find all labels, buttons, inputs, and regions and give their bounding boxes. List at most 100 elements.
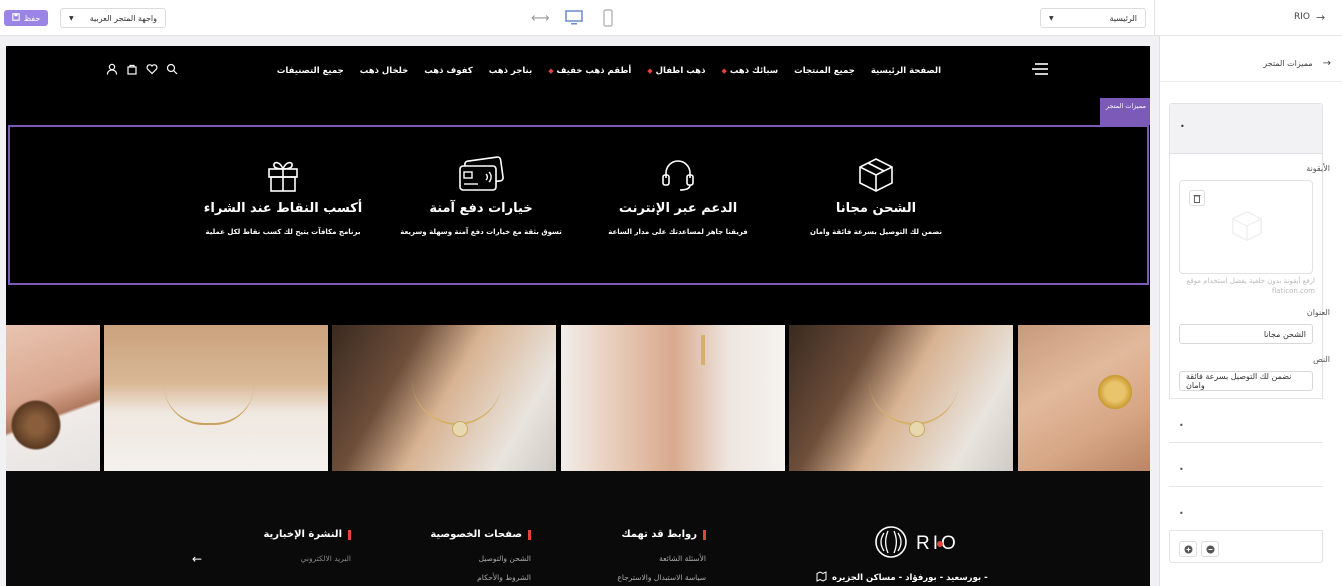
- nav-item-bangles[interactable]: بناجر ذهب: [489, 66, 532, 76]
- bag-icon[interactable]: [126, 63, 138, 78]
- nav-label: ذهب اطفال: [655, 66, 706, 76]
- nav-item-light-sets[interactable]: أطقم ذهب خفيف ◆: [548, 66, 631, 76]
- text-input[interactable]: نضمن لك التوصيل بسرعة فائقة وامان: [1179, 371, 1313, 391]
- product-photo[interactable]: [6, 325, 100, 471]
- footer-link[interactable]: الأسئلة الشائعة: [596, 554, 706, 563]
- accordion-header-active[interactable]: •: [1170, 104, 1322, 154]
- feature-text: فريقنا جاهز لمساعدتك على مدار الساعة: [608, 228, 748, 236]
- clover-pendant-image: [1098, 375, 1132, 409]
- section-tag-label: مميزات المتجر: [1105, 102, 1146, 110]
- footer-newsletter-title-text: النشرة الإخبارية: [263, 529, 342, 540]
- box-icon: [766, 155, 986, 195]
- nav-item-home[interactable]: الصفحة الرئيسية: [871, 66, 941, 76]
- footer-address: بورسعيد - بورفؤاد - مساكن الجزيره -: [816, 571, 988, 585]
- search-icon[interactable]: [166, 63, 178, 78]
- brand-dot-icon: [936, 541, 943, 547]
- earring-image: [701, 335, 705, 365]
- user-icon[interactable]: [106, 63, 118, 78]
- footer-privacy-title: صفحات الخصوصية: [406, 529, 531, 540]
- necklace-image: [412, 365, 502, 425]
- chevron-down-icon: ▼: [1049, 14, 1054, 22]
- icon-label: الأيقونة: [1306, 164, 1330, 173]
- desktop-view-icon[interactable]: [565, 10, 583, 29]
- title-label: العنوان: [1306, 308, 1330, 317]
- nav-item-anklets[interactable]: خلخال ذهب: [360, 66, 409, 76]
- storefront-select[interactable]: ▼ واجهة المتجر العربية: [60, 8, 166, 28]
- nav-item-gold-bars[interactable]: سبائك ذهب ◆: [721, 66, 778, 76]
- mobile-view-icon[interactable]: [603, 9, 613, 30]
- store-navbar: الصفحة الرئيسية جميع المنتجات سبائك ذهب …: [6, 46, 1150, 96]
- nav-item-categories[interactable]: جميع التصنيفات: [277, 66, 344, 76]
- product-photo[interactable]: [332, 325, 556, 471]
- box-icon: [1230, 209, 1264, 246]
- save-label: حفظ: [23, 13, 41, 23]
- feature-text: نضمن لك التوصيل بسرعة فائقة وامان: [810, 228, 942, 236]
- features-section[interactable]: الشحن مجانا نضمن لك التوصيل بسرعة فائقة …: [8, 125, 1149, 285]
- settings-sidebar: مميزات المتجر → • الأيقونة ارفع أيقونة ب…: [1159, 36, 1342, 586]
- feature-item: الشحن مجانا نضمن لك التوصيل بسرعة فائقة …: [766, 155, 986, 236]
- save-button[interactable]: حفظ: [4, 10, 48, 26]
- back-label: مميزات المتجر: [1263, 59, 1313, 68]
- headset-icon: [568, 155, 788, 195]
- nav-item-kids-gold[interactable]: ذهب اطفال ◆: [647, 66, 705, 76]
- footer-newsletter-column: النشرة الإخبارية ← البريد الالكتروني: [186, 529, 351, 568]
- brand-icon: [874, 525, 908, 562]
- fit-width-icon[interactable]: ⟷: [531, 11, 550, 26]
- menu-icon[interactable]: [1031, 62, 1049, 79]
- feature-title: أكسب النقاط عند الشراء: [203, 201, 363, 216]
- arrow-right-icon: →: [1322, 58, 1331, 69]
- text-input-value: نضمن لك التوصيل بسرعة فائقة وامان: [1186, 372, 1292, 390]
- pendant-image: [452, 421, 468, 437]
- collapse-icon[interactable]: •: [1180, 122, 1185, 131]
- arrow-right-icon[interactable]: →: [1316, 11, 1325, 24]
- add-item-icon[interactable]: [1179, 541, 1197, 557]
- footer-link[interactable]: سياسة الاستبدال والاسترجاع: [596, 573, 706, 582]
- product-photo[interactable]: [561, 325, 785, 471]
- arrow-left-icon[interactable]: ←: [192, 552, 202, 566]
- sidebar-back-header[interactable]: مميزات المتجر →: [1160, 46, 1342, 82]
- product-photo[interactable]: [1018, 325, 1150, 471]
- store-preview: الصفحة الرئيسية جميع المنتجات سبائك ذهب …: [6, 46, 1150, 586]
- footer-link[interactable]: الشروط والأحكام: [406, 573, 531, 582]
- editor-footer-controls: [1179, 541, 1219, 557]
- newsletter-input[interactable]: ← البريد الالكتروني: [186, 552, 351, 568]
- save-icon: [11, 13, 20, 23]
- dropdown-icon: ◆: [647, 67, 653, 75]
- section-tag[interactable]: مميزات المتجر: [1100, 98, 1150, 125]
- icon-upload[interactable]: [1179, 180, 1313, 274]
- feature-title: خيارات دفع آمنة: [429, 201, 533, 216]
- nav-item-palms[interactable]: كفوف ذهب: [424, 66, 472, 76]
- address-text: بورسعيد - بورفؤاد - مساكن الجزيره -: [832, 573, 988, 583]
- footer-newsletter-title: النشرة الإخبارية: [186, 529, 351, 540]
- nav-label: أطقم ذهب خفيف: [556, 66, 632, 76]
- accent-bar: [703, 529, 706, 540]
- footer-link[interactable]: الشحن والتوصيل: [406, 554, 531, 563]
- newsletter-placeholder: البريد الالكتروني: [300, 554, 351, 563]
- app-name: RIO: [1294, 12, 1310, 22]
- accordion-item[interactable]: •: [1169, 399, 1323, 443]
- nav-item-all-products[interactable]: جميع المنتجات: [794, 66, 855, 76]
- remove-item-icon[interactable]: [1201, 541, 1219, 557]
- title-input[interactable]: الشحن مجانا: [1179, 324, 1313, 344]
- title-input-value: الشحن مجانا: [1263, 329, 1306, 339]
- nav-label: سبائك ذهب: [729, 66, 779, 76]
- accent-bar: [348, 529, 351, 540]
- product-photo[interactable]: [104, 325, 328, 471]
- card-icon: [371, 155, 591, 195]
- product-photo[interactable]: [789, 325, 1013, 471]
- divider: [1154, 0, 1155, 36]
- feature-item: خيارات دفع آمنة تسوق بثقة مع خيارات دفع …: [371, 155, 591, 236]
- dropdown-icon: ◆: [548, 67, 554, 75]
- trash-icon[interactable]: [1189, 190, 1205, 206]
- feature-title: الدعم عبر الإنترنت: [618, 201, 738, 216]
- necklace-image: [164, 385, 254, 425]
- heart-icon[interactable]: [146, 63, 158, 78]
- footer-links-title-text: روابط قد تهمك: [621, 529, 697, 540]
- accordion-item[interactable]: •: [1169, 443, 1323, 487]
- page-select[interactable]: ▼ الرئيسية: [1040, 8, 1146, 28]
- expand-icon: •: [1179, 509, 1184, 518]
- accent-bar: [528, 529, 531, 540]
- text-label: النص: [1313, 355, 1330, 364]
- accordion-item[interactable]: •: [1169, 487, 1323, 531]
- footer-links-column: روابط قد تهمك الأسئلة الشائعة سياسة الاس…: [596, 529, 706, 582]
